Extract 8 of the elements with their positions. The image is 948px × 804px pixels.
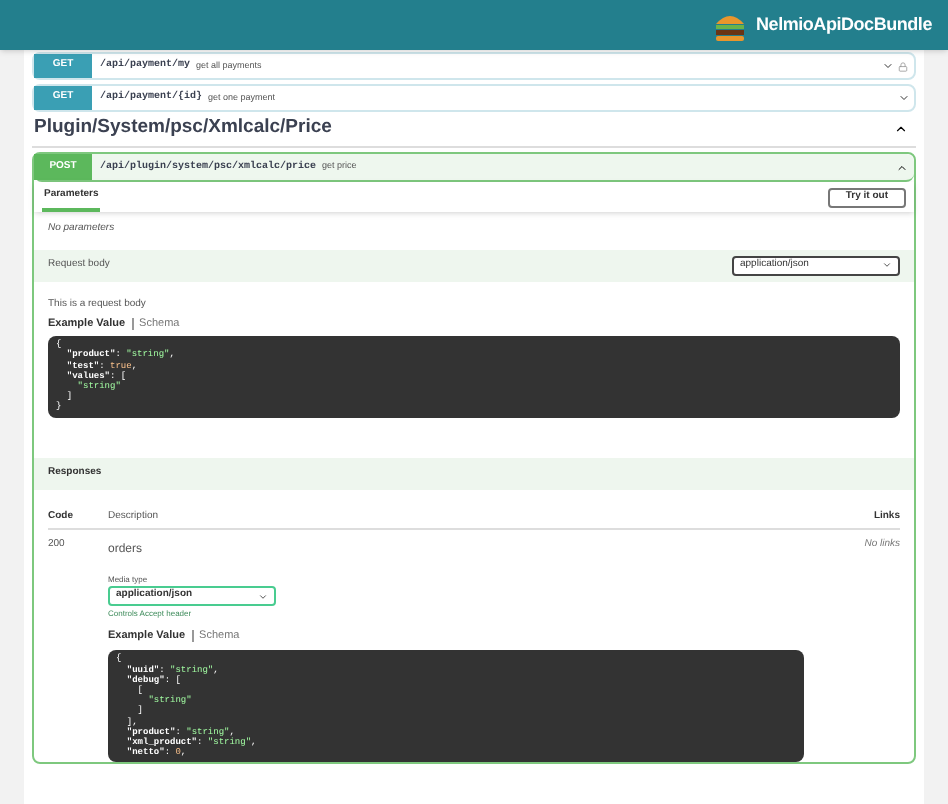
chevron-down-icon[interactable]	[898, 92, 910, 104]
section-header[interactable]: Plugin/System/psc/Xmlcalc/Price	[32, 112, 916, 148]
lock-icon[interactable]	[898, 61, 908, 71]
chevron-down-icon	[258, 591, 268, 602]
brand-name: NelmioApiDocBundle	[756, 11, 932, 38]
chevron-down-icon[interactable]	[882, 60, 894, 72]
chevron-up-icon[interactable]	[894, 122, 908, 136]
chevron-down-icon	[882, 260, 892, 270]
